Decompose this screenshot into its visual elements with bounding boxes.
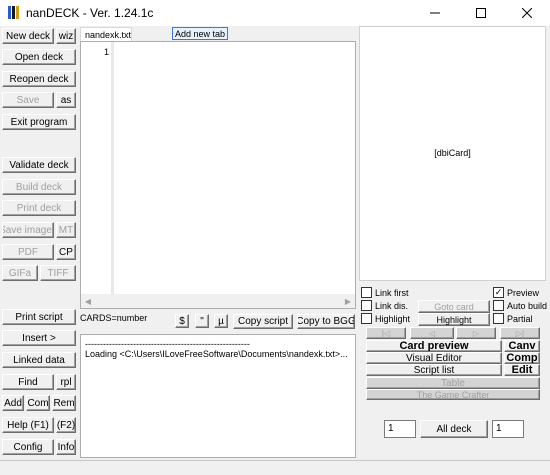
comp-button[interactable]: Comp — [504, 352, 540, 364]
close-button[interactable] — [504, 0, 550, 26]
previous-card-button[interactable]: ◁ — [410, 327, 454, 339]
help-button[interactable]: Help (F1) — [2, 417, 54, 433]
link-first-checkbox[interactable]: Link first — [361, 287, 409, 298]
add-button[interactable]: Add — [2, 395, 24, 411]
save-images-button[interactable]: Save images — [2, 222, 54, 238]
syntax-hint: CARDS=number — [80, 313, 148, 323]
checkbox-icon — [493, 300, 504, 311]
pdf-button[interactable]: PDF — [2, 244, 54, 260]
print-deck-button[interactable]: Print deck — [2, 200, 76, 216]
save-as-button[interactable]: as — [56, 92, 76, 108]
all-deck-button[interactable]: All deck — [420, 420, 488, 438]
canvas-button[interactable]: Canv — [504, 340, 540, 352]
scroll-left-icon[interactable]: ◀ — [81, 294, 95, 308]
replace-button[interactable]: rpl — [56, 374, 76, 390]
to-card-field[interactable]: 1 — [492, 420, 524, 438]
tiff-button[interactable]: TIFF — [40, 265, 76, 281]
validate-deck-button[interactable]: Validate deck — [2, 157, 76, 173]
from-card-field[interactable]: 1 — [384, 420, 416, 438]
script-list-button[interactable]: Script list — [366, 364, 502, 376]
line-number: 1 — [103, 47, 109, 57]
script-editor[interactable] — [80, 41, 356, 309]
checkbox-icon — [361, 287, 372, 298]
partial-checkbox[interactable]: Partial — [493, 313, 533, 324]
line-number-gutter: 1 — [81, 42, 111, 294]
output-log[interactable]: ----------------------------------------… — [80, 334, 356, 458]
checkmark-icon: ✓ — [493, 287, 504, 298]
build-deck-button[interactable]: Build deck — [2, 179, 76, 195]
new-deck-button[interactable]: New deck — [2, 28, 54, 44]
preview-checkbox[interactable]: ✓ Preview — [493, 287, 539, 298]
close-icon — [522, 8, 532, 18]
card-preview-button[interactable]: Card preview — [366, 340, 502, 352]
output-separator: ----------------------------------------… — [85, 339, 250, 349]
cp-button[interactable]: CP — [56, 244, 76, 260]
maximize-button[interactable] — [458, 0, 504, 26]
table-button[interactable]: Table — [366, 377, 540, 389]
info-button[interactable]: Info — [56, 439, 76, 455]
dollar-button[interactable]: $ — [175, 314, 189, 328]
insert-button[interactable]: Insert > — [2, 330, 76, 346]
status-bar — [0, 460, 550, 475]
open-deck-button[interactable]: Open deck — [2, 49, 76, 65]
horizontal-scrollbar[interactable]: ◀ ▶ — [81, 294, 355, 308]
window-title: nanDECK - Ver. 1.24.1c — [26, 6, 154, 20]
add-new-tab-button[interactable]: Add new tab — [172, 27, 228, 40]
remove-button[interactable]: Rem — [52, 395, 76, 411]
minimize-button[interactable] — [412, 0, 458, 26]
checkbox-icon — [493, 313, 504, 324]
mu-button[interactable]: µ — [214, 314, 228, 328]
checkbox-icon — [361, 313, 372, 324]
checkbox-icon — [361, 300, 372, 311]
f2-button[interactable]: (F2) — [56, 417, 76, 433]
minimize-icon — [430, 12, 440, 14]
print-script-button[interactable]: Print script — [2, 309, 76, 325]
save-button[interactable]: Save — [2, 92, 54, 108]
auto-build-checkbox[interactable]: Auto build — [493, 300, 547, 311]
nandeck-app-icon — [8, 6, 19, 19]
output-loading-line: Loading <C:\Users\ILoveFreeSoftware\Docu… — [85, 349, 348, 359]
highlight-checkbox[interactable]: Highlight — [361, 313, 410, 324]
next-card-button[interactable]: ▷ — [456, 327, 496, 339]
wizard-button[interactable]: wiz — [56, 28, 76, 44]
copy-to-bgg-button[interactable]: Copy to BGG — [297, 314, 355, 329]
mt-button[interactable]: MT — [56, 222, 76, 238]
link-dis-checkbox[interactable]: Link dis. — [361, 300, 408, 311]
goto-card-button[interactable]: Goto card — [418, 300, 490, 313]
status-separator — [0, 460, 550, 461]
visual-editor-button[interactable]: Visual Editor — [366, 352, 502, 364]
fold-margin — [111, 42, 114, 294]
quote-button[interactable]: " — [195, 314, 209, 328]
highlight-button[interactable]: Highlight — [418, 313, 490, 326]
reopen-deck-button[interactable]: Reopen deck — [2, 71, 76, 87]
exit-program-button[interactable]: Exit program — [2, 114, 76, 130]
preview-placeholder: [dbiCard] — [434, 148, 471, 158]
first-card-button[interactable]: |◁ — [366, 327, 406, 339]
last-card-button[interactable]: ▷| — [500, 327, 540, 339]
gifa-button[interactable]: GIFa — [2, 265, 38, 281]
game-crafter-button[interactable]: The Game Crafter — [366, 389, 540, 400]
maximize-icon — [476, 8, 486, 18]
comment-button[interactable]: Com — [26, 395, 50, 411]
linked-data-button[interactable]: Linked data — [2, 352, 76, 368]
scroll-right-icon[interactable]: ▶ — [341, 294, 355, 308]
copy-script-button[interactable]: Copy script — [233, 314, 293, 329]
config-button[interactable]: Config — [2, 439, 54, 455]
edit-button[interactable]: Edit — [504, 364, 540, 376]
find-button[interactable]: Find — [2, 374, 54, 390]
